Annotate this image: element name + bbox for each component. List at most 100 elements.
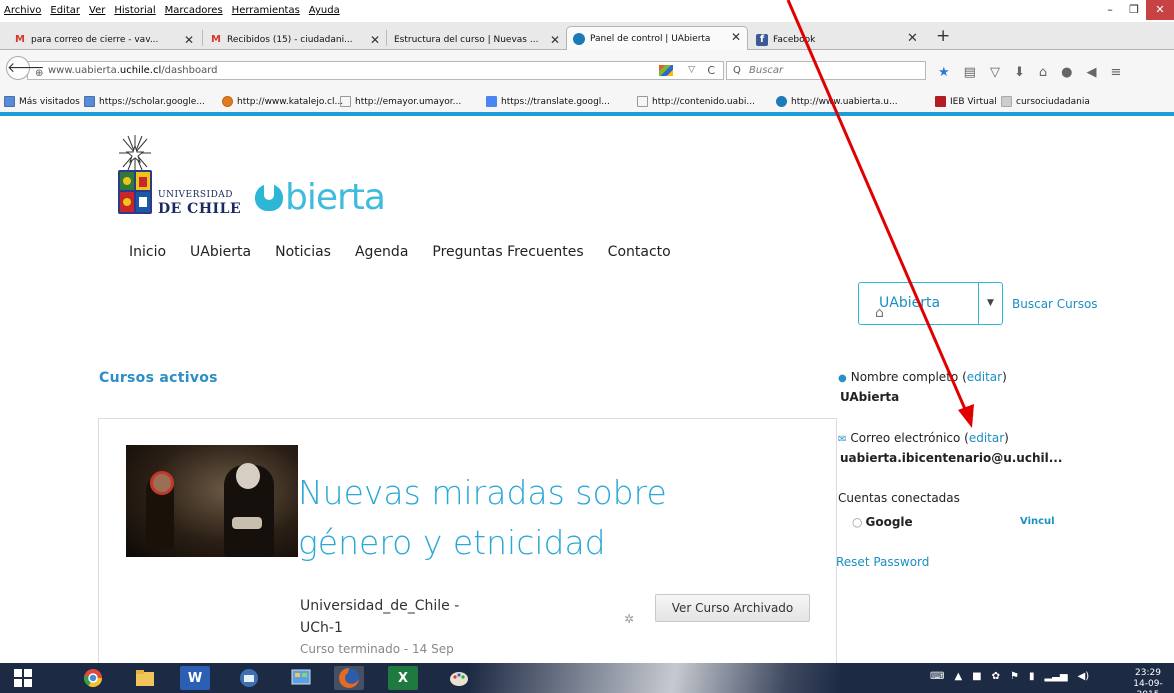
chrome-icon[interactable] <box>78 666 108 690</box>
gmail-icon: M <box>15 34 25 45</box>
site-identity-icon[interactable] <box>659 65 673 76</box>
reset-password-link[interactable]: Reset Password <box>836 555 929 569</box>
user-dashboard-button[interactable]: ⌂ UAbierta <box>858 282 979 325</box>
star-emblem-icon <box>119 135 151 171</box>
bookmark-uabierta[interactable]: http://www.uabierta.u... <box>776 96 898 107</box>
flag-icon[interactable]: ⚑ <box>1010 671 1019 682</box>
search-box[interactable]: Q Buscar <box>726 61 926 80</box>
university-name-line1: UNIVERSIDAD <box>158 190 234 200</box>
bookmark-ieb-virtual[interactable]: IEB Virtual <box>935 96 997 107</box>
new-tab-button[interactable]: + <box>936 26 950 46</box>
reset-password-text: Reset Password <box>836 555 930 569</box>
close-tab-icon[interactable]: ✕ <box>550 33 560 47</box>
volume-icon[interactable]: ◀) <box>1078 671 1090 682</box>
edit-email-link[interactable]: editar <box>969 431 1004 445</box>
course-title-link[interactable]: Nuevas miradas sobre género y etnicidad <box>298 468 778 568</box>
bookmark-cursociudadania[interactable]: cursociudadania <box>1001 96 1090 107</box>
close-tab-icon[interactable]: ✕ <box>184 33 194 47</box>
menu-marcadores[interactable]: Marcadores <box>165 5 223 16</box>
user-icon: ● <box>838 373 847 384</box>
keyboard-icon[interactable]: ⌨ <box>930 671 944 682</box>
close-tab-icon[interactable]: ✕ <box>370 33 380 47</box>
clock-date: 14-09-2015 <box>1133 679 1163 693</box>
chat-icon[interactable]: ● <box>1061 65 1072 80</box>
pocket-icon[interactable]: ▽ <box>990 65 1000 80</box>
course-image[interactable] <box>126 445 298 557</box>
bookmark-label: Más visitados <box>19 96 80 107</box>
tray-app-icon[interactable]: ■ <box>972 671 981 682</box>
course-org: Universidad_de_Chile - UCh-1 <box>300 595 459 639</box>
uabierta-logo[interactable]: bierta <box>255 180 386 216</box>
bookmarks-list-icon[interactable]: ▤ <box>964 65 976 80</box>
cursos-activos-heading: Cursos activos <box>99 370 218 386</box>
full-name-label: Nombre completo <box>850 370 959 384</box>
thunderbird-icon[interactable] <box>234 666 264 690</box>
control-panel-icon[interactable] <box>286 666 316 690</box>
tray-app-icon[interactable]: ✿ <box>992 671 1000 682</box>
paint-icon[interactable] <box>444 666 474 690</box>
gear-icon[interactable]: ✲ <box>624 612 634 626</box>
firefox-icon[interactable] <box>334 666 364 690</box>
word-icon[interactable]: W <box>180 666 210 690</box>
nav-preguntas-frecuentes[interactable]: Preguntas Frecuentes <box>432 244 583 260</box>
user-menu-dropdown-button[interactable]: ▼ <box>978 282 1003 325</box>
nav-uabierta[interactable]: UAbierta <box>190 244 251 260</box>
bookmark-scholar[interactable]: https://scholar.google... <box>84 96 205 107</box>
home-icon[interactable]: ⌂ <box>1039 65 1047 80</box>
maximize-button[interactable]: ❐ <box>1122 0 1146 20</box>
menu-historial[interactable]: Historial <box>114 5 155 16</box>
menu-herramientas[interactable]: Herramientas <box>232 5 300 16</box>
bookmark-mas-visitados[interactable]: Más visitados <box>4 96 80 107</box>
tab-correo-cierre[interactable]: M para correo de cierre - vav... ✕ <box>8 30 200 50</box>
tab-recibidos[interactable]: M Recibidos (15) - ciudadani... ✕ <box>204 30 386 50</box>
full-name-text: UAbierta <box>840 390 900 404</box>
file-explorer-icon[interactable] <box>130 666 160 690</box>
back-button[interactable]: 🡐 <box>6 56 45 80</box>
url-bar[interactable]: ⊕ www.uabierta.uchile.cl/dashboard ▽ C <box>27 61 724 80</box>
bookmark-translate[interactable]: https://translate.googl... <box>486 96 610 107</box>
nav-noticias[interactable]: Noticias <box>275 244 331 260</box>
vincular-link[interactable]: Vincul <box>1020 516 1055 527</box>
bookmark-contenido[interactable]: http://contenido.uabi... <box>637 96 755 107</box>
edit-name-link[interactable]: editar <box>967 370 1002 384</box>
toolbar-icons: ★ ▤ ▽ ⬇ ⌂ ● ◀ ≡ <box>938 65 1121 80</box>
close-window-button[interactable]: ✕ <box>1146 0 1174 20</box>
close-tab-icon[interactable]: ✕ <box>731 30 741 44</box>
google-account-row: ○ Google <box>852 515 913 529</box>
menu-icon[interactable]: ≡ <box>1110 65 1121 80</box>
nav-contacto[interactable]: Contacto <box>608 244 671 260</box>
system-tray: ⌨ ▲ ■ ✿ ⚑ ▮ ▂▃▅ ◀) <box>930 671 1089 682</box>
bookmark-emayor[interactable]: http://emayor.umayor... <box>340 96 461 107</box>
tray-expand-icon[interactable]: ▲ <box>954 671 962 682</box>
menu-editar[interactable]: Editar <box>50 5 80 16</box>
bookmark-katalejo[interactable]: http://www.katalejo.cl... <box>222 96 343 107</box>
nav-agenda[interactable]: Agenda <box>355 244 408 260</box>
tab-facebook[interactable]: f Facebook <box>750 30 890 50</box>
ver-curso-archivado-button[interactable]: Ver Curso Archivado <box>655 594 810 622</box>
tab-panel-control[interactable]: Panel de control | UAbierta ✕ <box>566 26 748 50</box>
tab-estructura-curso[interactable]: Estructura del curso | Nuevas ... ✕ <box>388 30 566 50</box>
tab-label: Estructura del curso | Nuevas ... <box>394 35 539 45</box>
reload-icon[interactable]: C <box>707 62 715 79</box>
email-value: uabierta.ibicentenario@u.uchil... <box>840 451 1062 465</box>
buscar-cursos-link[interactable]: Buscar Cursos <box>1012 297 1098 311</box>
course-org-line1: Universidad_de_Chile - <box>300 598 460 614</box>
url-dropdown-icon[interactable]: ▽ <box>688 62 695 79</box>
tab-label: Panel de control | UAbierta <box>590 33 711 44</box>
menu-ayuda[interactable]: Ayuda <box>309 5 340 16</box>
signal-icon[interactable]: ▂▃▅ <box>1044 671 1067 682</box>
minimize-button[interactable]: – <box>1098 0 1122 20</box>
network-icon[interactable]: ▮ <box>1029 671 1035 682</box>
bookmark-star-icon[interactable]: ★ <box>938 65 950 80</box>
nav-inicio[interactable]: Inicio <box>129 244 166 260</box>
menu-ver[interactable]: Ver <box>89 5 105 16</box>
system-clock[interactable]: 23:29 14-09-2015 <box>1122 668 1174 693</box>
download-icon[interactable]: ⬇ <box>1014 65 1025 80</box>
excel-icon[interactable]: X <box>388 666 418 690</box>
bookmark-label: cursociudadania <box>1016 96 1090 107</box>
share-icon[interactable]: ◀ <box>1086 65 1096 80</box>
uabierta-u-mark <box>255 184 283 211</box>
close-tab-icon[interactable]: ✕ <box>907 31 918 46</box>
windows-start-icon[interactable] <box>8 666 38 690</box>
menu-archivo[interactable]: Archivo <box>4 5 41 16</box>
